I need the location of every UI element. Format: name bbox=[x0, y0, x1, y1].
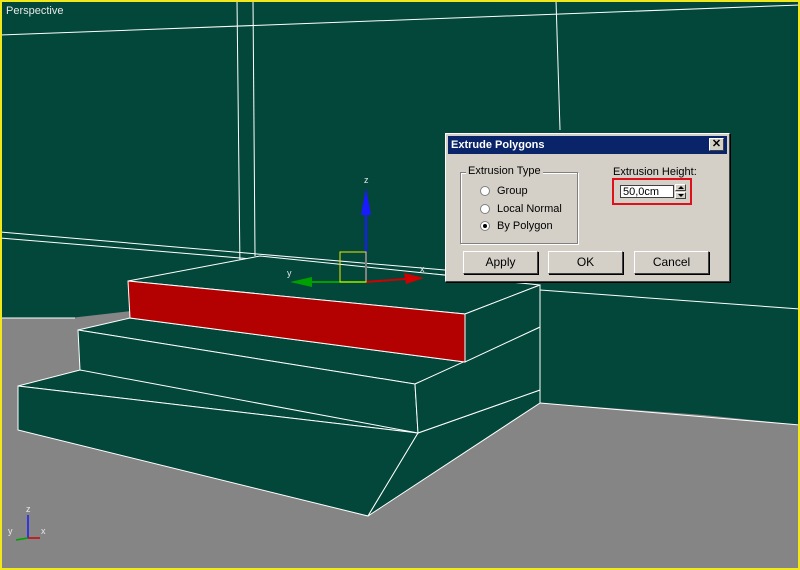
extrusion-height-input[interactable]: 50,0cm bbox=[620, 185, 674, 198]
extrusion-height-label: Extrusion Height: bbox=[613, 166, 697, 178]
radio-label-group: Group bbox=[497, 185, 528, 197]
radio-label-local-normal: Local Normal bbox=[497, 203, 562, 215]
close-icon: ✕ bbox=[711, 138, 722, 150]
scene-canvas[interactable]: z y x z x y bbox=[0, 0, 800, 570]
viewport-label[interactable]: Perspective bbox=[6, 5, 63, 17]
perspective-viewport[interactable]: z y x z x y Perspective Extrude Polygons… bbox=[0, 0, 800, 570]
radio-group-option[interactable]: Group bbox=[480, 183, 528, 199]
extrusion-type-title: Extrusion Type bbox=[466, 165, 543, 177]
radio-button-by-polygon[interactable] bbox=[480, 221, 490, 231]
apply-button[interactable]: Apply bbox=[463, 251, 538, 274]
dialog-titlebar[interactable]: Extrude Polygons ✕ bbox=[448, 136, 727, 154]
tripod-x-label: x bbox=[41, 526, 46, 536]
extrude-polygons-dialog: Extrude Polygons ✕ Extrusion Type Group … bbox=[445, 133, 730, 282]
radio-by-polygon-option[interactable]: By Polygon bbox=[480, 218, 553, 234]
extrusion-height-spinner[interactable] bbox=[675, 184, 686, 199]
gizmo-z-label: z bbox=[364, 175, 369, 185]
dialog-title: Extrude Polygons bbox=[451, 139, 545, 151]
radio-button-local-normal[interactable] bbox=[480, 204, 490, 214]
right-wall-lower bbox=[540, 290, 800, 422]
spinner-up-icon[interactable] bbox=[675, 184, 686, 191]
radio-button-group[interactable] bbox=[480, 186, 490, 196]
extrusion-height-highlight: 50,0cm bbox=[612, 178, 692, 205]
cancel-button[interactable]: Cancel bbox=[634, 251, 709, 274]
gizmo-x-label: x bbox=[420, 264, 425, 274]
ok-button[interactable]: OK bbox=[548, 251, 623, 274]
radio-label-by-polygon: By Polygon bbox=[497, 220, 553, 232]
tripod-y-label: y bbox=[8, 526, 13, 536]
close-button[interactable]: ✕ bbox=[709, 138, 724, 151]
tripod-z-label: z bbox=[26, 504, 31, 514]
gizmo-y-label: y bbox=[287, 268, 292, 278]
radio-local-normal-option[interactable]: Local Normal bbox=[480, 201, 562, 217]
spinner-down-icon[interactable] bbox=[675, 192, 686, 199]
